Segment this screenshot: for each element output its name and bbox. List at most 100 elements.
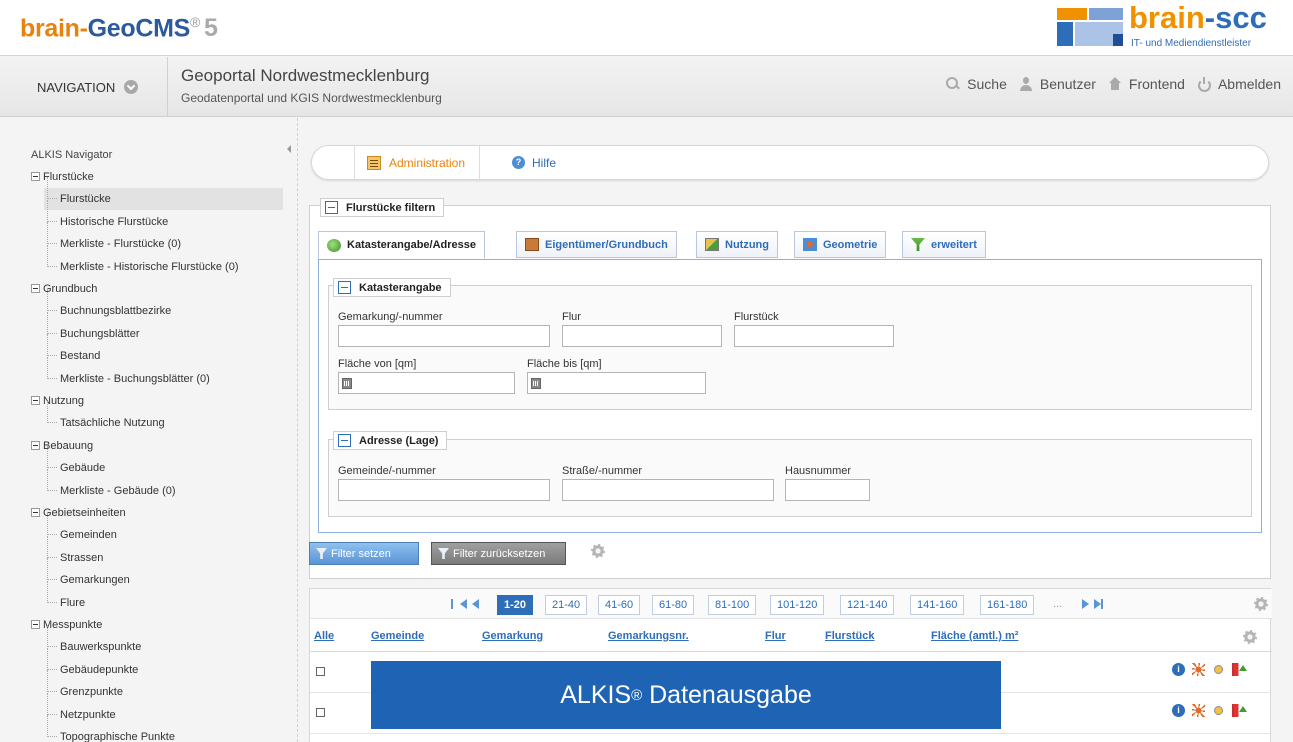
- collapse-toggle-icon[interactable]: [31, 396, 40, 405]
- collapse-sidebar-icon[interactable]: [287, 145, 291, 153]
- sidebar-group[interactable]: Grundbuch: [31, 278, 283, 300]
- locate-icon[interactable]: [1192, 663, 1205, 676]
- column-header-flurstueck[interactable]: Flurstück: [825, 630, 875, 642]
- flur-input[interactable]: [562, 325, 722, 347]
- sidebar-group[interactable]: Flurstücke: [31, 166, 283, 188]
- column-header-gemarkung[interactable]: Gemarkung: [482, 630, 543, 642]
- first-page-icon[interactable]: [451, 599, 467, 609]
- filter-tab-eigentuemer[interactable]: Eigentümer/Grundbuch: [516, 231, 677, 258]
- export-icon[interactable]: [1232, 663, 1247, 676]
- column-header-gemarkungsnr[interactable]: Gemarkungsnr.: [608, 630, 689, 642]
- apply-filter-button[interactable]: Filter setzen: [309, 542, 419, 565]
- sidebar-item[interactable]: Flurstücke: [44, 177, 283, 210]
- gemarkung-input[interactable]: [338, 325, 550, 347]
- overlay-banner: ALKIS ® Datenausgabe: [371, 661, 1001, 729]
- sidebar-item[interactable]: Grenzpunkte: [44, 670, 283, 703]
- sidebar-item[interactable]: Tatsächliche Nutzung: [44, 401, 283, 434]
- zoom-icon[interactable]: [1212, 663, 1225, 676]
- sidebar-item[interactable]: Bestand: [44, 334, 283, 367]
- sidebar-group[interactable]: Nutzung: [31, 390, 283, 412]
- settings-gear-icon[interactable]: [1243, 630, 1257, 644]
- page-button[interactable]: 121-140: [840, 595, 895, 615]
- sidebar-item[interactable]: Strassen: [44, 536, 283, 569]
- collapse-icon[interactable]: [338, 281, 351, 294]
- sidebar-item[interactable]: Merkliste - Gebäude (0): [44, 469, 283, 502]
- sidebar-item[interactable]: Gemeinden: [44, 513, 283, 546]
- filter-tab-kataster-adresse[interactable]: Katasterangabe/Adresse: [318, 231, 486, 259]
- search-button[interactable]: Suche: [946, 76, 1007, 92]
- sidebar-item[interactable]: Gebäude: [44, 446, 283, 479]
- collapse-toggle-icon[interactable]: [31, 508, 40, 517]
- sidebar-item[interactable]: Topographische Punkte: [44, 715, 283, 742]
- settings-gear-icon[interactable]: [1254, 597, 1268, 611]
- logout-button[interactable]: Abmelden: [1197, 76, 1281, 92]
- settings-gear-icon[interactable]: [591, 544, 605, 558]
- flaeche-bis-input[interactable]: [527, 372, 706, 394]
- last-page-icon[interactable]: [1094, 599, 1103, 609]
- sidebar-item[interactable]: Historische Flurstücke: [44, 200, 283, 233]
- sidebar-title: ALKIS Navigator: [31, 149, 113, 161]
- collapse-toggle-icon[interactable]: [31, 172, 40, 181]
- sidebar-group[interactable]: Messpunkte: [31, 614, 283, 636]
- sidebar-item[interactable]: Bauwerkspunkte: [44, 625, 283, 658]
- page-button[interactable]: 1-20: [497, 595, 534, 615]
- page-button[interactable]: 161-180: [980, 595, 1035, 615]
- sidebar-item[interactable]: Flure: [44, 581, 283, 614]
- hausnummer-input[interactable]: [785, 479, 870, 501]
- collapse-toggle-icon[interactable]: [31, 284, 40, 293]
- filter-tab-geometrie[interactable]: Geometrie: [794, 231, 887, 258]
- navigation-toggle-button[interactable]: NAVIGATION: [0, 57, 168, 117]
- strasse-input[interactable]: [562, 479, 774, 501]
- export-icon[interactable]: [1232, 704, 1247, 717]
- sidebar-item[interactable]: Buchnungsblattbezirke: [44, 289, 283, 322]
- gemeinde-input[interactable]: [338, 479, 550, 501]
- page-button[interactable]: 41-60: [598, 595, 641, 615]
- app-logo[interactable]: brain-GeoCMS® 5: [20, 14, 218, 43]
- column-header-flur[interactable]: Flur: [765, 630, 786, 642]
- collapse-toggle-icon[interactable]: [31, 441, 40, 450]
- sidebar-item[interactable]: Gebäudepunkte: [44, 648, 283, 681]
- page-button[interactable]: 81-100: [708, 595, 757, 615]
- page-button[interactable]: 101-120: [770, 595, 825, 615]
- column-header-alle[interactable]: Alle: [314, 630, 334, 642]
- flurstueck-input[interactable]: [734, 325, 894, 347]
- collapse-toggle-icon[interactable]: [31, 620, 40, 629]
- sidebar-group[interactable]: Bebauung: [31, 435, 283, 457]
- sidebar-item[interactable]: Buchungsblätter: [44, 312, 283, 345]
- sidebar-group[interactable]: Gebietseinheiten: [31, 502, 283, 524]
- sidebar-item[interactable]: Merkliste - Buchungsblätter (0): [44, 357, 283, 390]
- user-button[interactable]: Benutzer: [1019, 76, 1096, 92]
- page-button[interactable]: 21-40: [545, 595, 588, 615]
- calculator-icon[interactable]: [342, 378, 352, 389]
- info-icon[interactable]: i: [1172, 663, 1185, 676]
- sidebar-item[interactable]: Gemarkungen: [44, 558, 283, 591]
- sidebar-item[interactable]: Netzpunkte: [44, 693, 283, 726]
- zoom-icon[interactable]: [1212, 704, 1225, 717]
- filter-tab-erweitert[interactable]: erweitert: [902, 231, 986, 258]
- adresse-legend[interactable]: Adresse (Lage): [333, 431, 448, 450]
- kataster-legend[interactable]: Katasterangabe: [333, 278, 451, 297]
- info-icon[interactable]: i: [1172, 704, 1185, 717]
- sidebar-item[interactable]: Merkliste - Flurstücke (0): [44, 222, 283, 255]
- calculator-icon[interactable]: [531, 378, 541, 389]
- filter-tab-nutzung[interactable]: Nutzung: [696, 231, 778, 258]
- row-checkbox[interactable]: [316, 667, 325, 676]
- frontend-button[interactable]: Frontend: [1108, 76, 1185, 92]
- page-button[interactable]: 61-80: [652, 595, 695, 615]
- previous-page-icon[interactable]: [472, 599, 479, 609]
- tab-administration[interactable]: Administration: [354, 146, 480, 179]
- sidebar-item-label: Gebäude: [60, 462, 106, 474]
- locate-icon[interactable]: [1192, 704, 1205, 717]
- collapse-icon[interactable]: [338, 434, 351, 447]
- reset-filter-button[interactable]: Filter zurücksetzen: [431, 542, 566, 565]
- filter-panel-legend[interactable]: Flurstücke filtern: [320, 198, 445, 217]
- flaeche-von-input[interactable]: [338, 372, 515, 394]
- row-checkbox[interactable]: [316, 708, 325, 717]
- collapse-icon[interactable]: [325, 201, 338, 214]
- page-button[interactable]: 141-160: [910, 595, 965, 615]
- column-header-flaeche[interactable]: Fläche (amtl.) m²: [931, 630, 1018, 642]
- next-page-icon[interactable]: [1082, 599, 1089, 609]
- column-header-gemeinde[interactable]: Gemeinde: [371, 630, 424, 642]
- sidebar-item[interactable]: Merkliste - Historische Flurstücke (0): [44, 245, 283, 278]
- tab-help[interactable]: ? Hilfe: [512, 146, 556, 179]
